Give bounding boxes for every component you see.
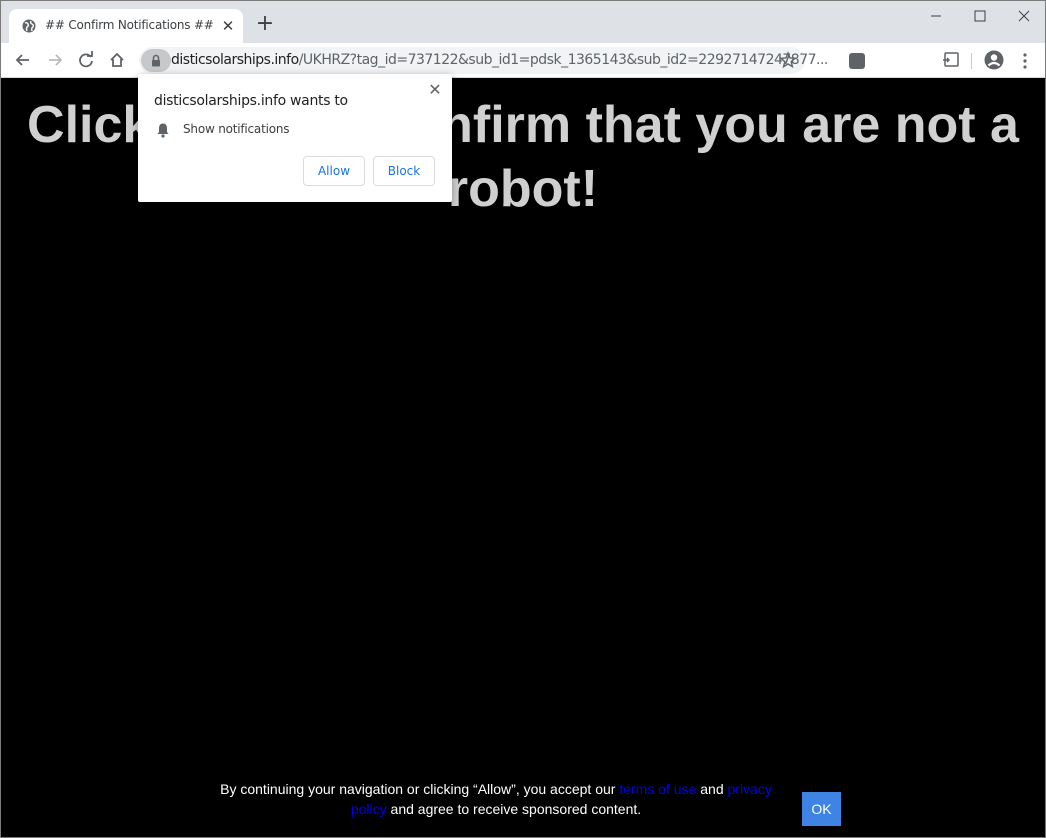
window-close-icon[interactable] (1001, 3, 1046, 29)
forward-arrow-icon[interactable] (44, 49, 66, 71)
globe-icon (22, 19, 36, 33)
consent-text-and: and (696, 781, 728, 797)
tab-close-icon[interactable]: ✕ (219, 17, 237, 35)
consent-text-before: By continuing your navigation or clickin… (220, 781, 620, 797)
reload-icon[interactable] (75, 49, 97, 71)
home-icon[interactable] (106, 49, 128, 71)
music-extension-icon[interactable] (849, 53, 865, 69)
browser-toolbar: disticsolarships.info/UKHRZ?tag_id=73712… (1, 43, 1045, 78)
url-domain: disticsolarships.info (171, 52, 299, 68)
more-menu-icon[interactable] (1017, 51, 1033, 71)
popup-title: disticsolarships.info wants to (154, 93, 348, 109)
allow-button[interactable]: Allow (303, 156, 365, 186)
toolbar-separator (971, 53, 972, 69)
back-arrow-icon[interactable] (12, 49, 34, 71)
site-info-button[interactable] (141, 49, 171, 72)
lock-icon (152, 54, 160, 67)
bookmark-star-icon[interactable] (779, 51, 797, 69)
tab-strip: ## Confirm Notifications ## ✕ + (1, 1, 1045, 43)
tab-confirm-notifications[interactable]: ## Confirm Notifications ## ✕ (9, 9, 243, 43)
permission-label: Show notifications (183, 122, 290, 136)
address-bar[interactable]: disticsolarships.info/UKHRZ?tag_id=73712… (139, 47, 828, 74)
url-text: disticsolarships.info/UKHRZ?tag_id=73712… (171, 52, 828, 68)
popup-close-icon[interactable]: ✕ (426, 81, 444, 99)
consent-text-after: and agree to receive sponsored content. (386, 801, 642, 817)
tab-title: ## Confirm Notifications ## (45, 18, 214, 32)
profile-avatar-icon[interactable] (984, 50, 1004, 70)
browser-window: ## Confirm Notifications ## ✕ + disticso… (0, 0, 1046, 838)
minimize-icon[interactable] (913, 3, 959, 29)
url-path: /UKHRZ?tag_id=737122&sub_id1=pdsk_136514… (298, 52, 829, 68)
new-tab-button[interactable]: + (253, 13, 277, 37)
block-button[interactable]: Block (373, 156, 435, 186)
terms-of-use-link[interactable]: terms of use (619, 781, 696, 797)
cast-extension-icon[interactable] (942, 51, 960, 69)
ok-button[interactable]: OK (802, 792, 841, 826)
consent-notice: By continuing your navigation or clickin… (211, 779, 781, 819)
maximize-icon[interactable] (957, 3, 1003, 29)
bell-icon (157, 123, 169, 138)
notification-permission-popup: disticsolarships.info wants to ✕ Show no… (138, 74, 452, 202)
